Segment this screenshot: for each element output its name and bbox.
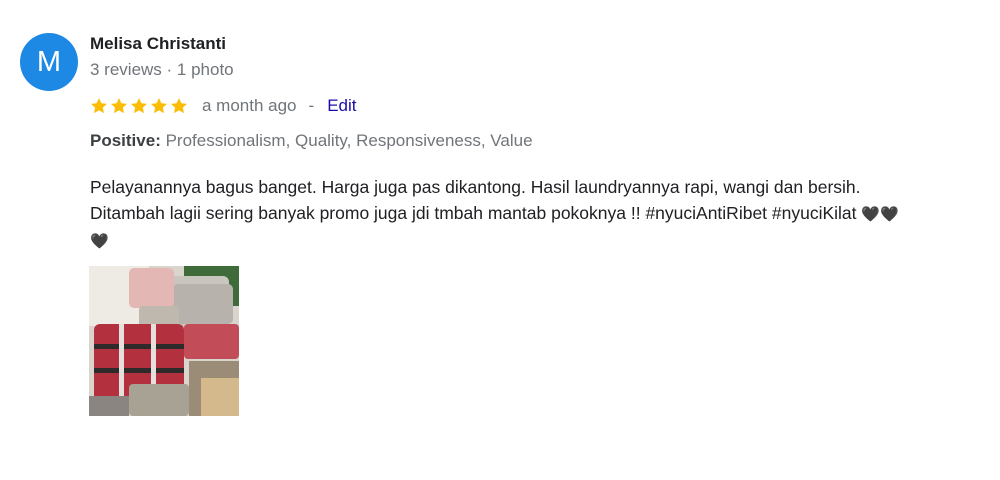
star-rating (89, 96, 189, 116)
heart-icon-pair: 🖤🖤 (861, 205, 899, 223)
reviewer-name[interactable]: Melisa Christanti (90, 34, 226, 54)
star-icon (169, 96, 189, 116)
positive-items: Professionalism, Quality, Responsiveness… (165, 131, 533, 150)
avatar-initial: M (36, 45, 62, 78)
star-icon (109, 96, 129, 116)
review-photo[interactable] (89, 266, 239, 416)
positive-label: Positive: (90, 131, 161, 150)
laundry-photo-thumbnail (89, 266, 239, 416)
reviewer-meta: 3 reviews · 1 photo (90, 60, 234, 79)
star-icon (129, 96, 149, 116)
review-card: M Melisa Christanti 3 reviews · 1 photo … (0, 0, 1000, 480)
review-text-line-1: Pelayanannya bagus banget. Harga juga pa… (90, 177, 861, 197)
star-icon (89, 96, 109, 116)
heart-icon: 🖤 (90, 232, 109, 250)
edit-link[interactable]: Edit (327, 96, 356, 116)
star-icon (149, 96, 169, 116)
positive-attributes: Positive: Professionalism, Quality, Resp… (90, 131, 533, 151)
review-text: Pelayanannya bagus banget. Harga juga pa… (90, 174, 990, 254)
review-time: a month ago (202, 96, 297, 115)
rating-row: a month ago - Edit (89, 94, 356, 118)
avatar[interactable]: M (20, 33, 78, 91)
separator: - (308, 96, 315, 115)
review-text-line-2: Ditambah lagii sering banyak promo juga … (90, 203, 857, 223)
